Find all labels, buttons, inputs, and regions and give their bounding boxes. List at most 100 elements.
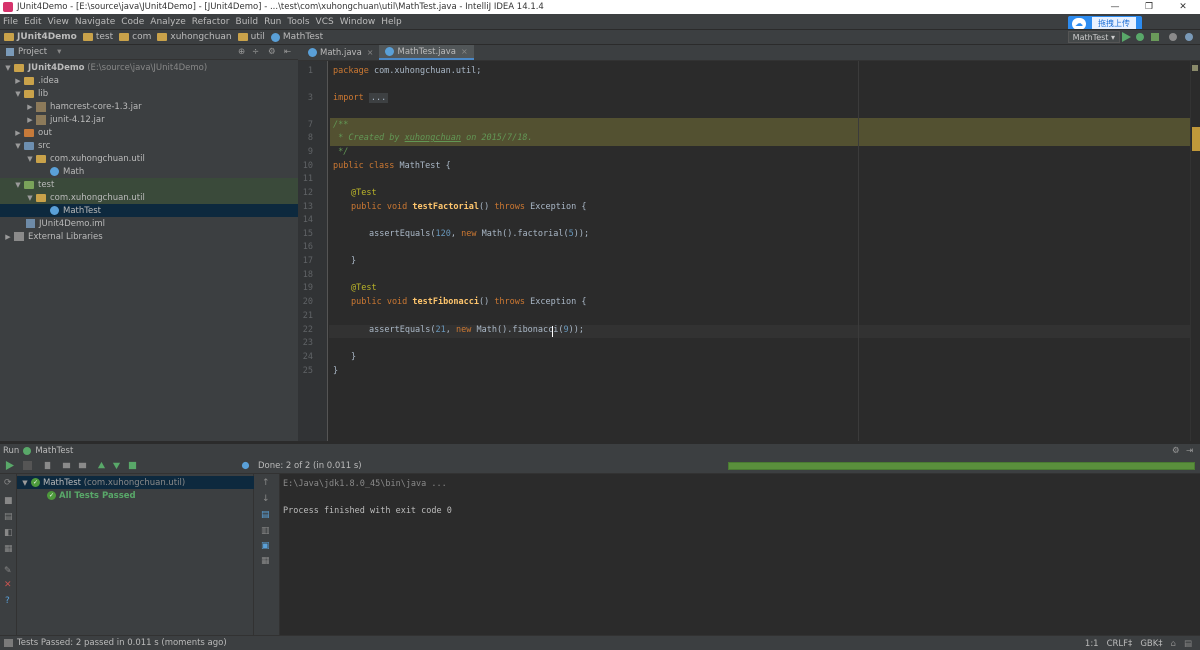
expand-arrow-icon[interactable]: ▼ (26, 155, 34, 163)
console-output[interactable]: E:\Java\jdk1.8.0_45\bin\java ... Process… (280, 474, 1200, 635)
close-button[interactable]: ✕ (1166, 0, 1200, 14)
export-results-icon[interactable] (128, 461, 137, 470)
settings-icon[interactable] (1168, 32, 1178, 42)
tree-item-test-package[interactable]: ▼ com.xuhongchuan.util (0, 191, 298, 204)
hide-panel-icon[interactable]: ⇥ (1186, 446, 1193, 456)
next-failed-icon[interactable] (112, 461, 121, 470)
expand-arrow-icon[interactable]: ▼ (14, 142, 22, 150)
tool-windows-icon[interactable] (4, 639, 13, 647)
tree-item-lib[interactable]: ▼ lib (0, 87, 298, 100)
arrow-down-icon[interactable]: ↓ (262, 494, 270, 504)
run-configuration-select[interactable]: MathTest ▾ (1067, 31, 1120, 43)
dump-threads-icon[interactable]: ▦ (4, 544, 13, 554)
close-tab-icon[interactable]: × (461, 47, 468, 56)
sync-icon[interactable]: ⊕ (238, 47, 245, 57)
rerun-icon[interactable] (5, 461, 14, 470)
menu-code[interactable]: Code (121, 17, 144, 27)
tab-math-java[interactable]: Math.java × (302, 45, 379, 60)
help-icon[interactable] (1184, 32, 1194, 42)
tab-mathtest-java[interactable]: MathTest.java × (379, 45, 474, 60)
close-tab-icon[interactable]: × (367, 48, 374, 57)
menu-run[interactable]: Run (264, 17, 281, 27)
collapse-all-icon[interactable] (78, 461, 87, 470)
expand-arrow-icon[interactable]: ▶ (4, 233, 12, 241)
tree-item-idea[interactable]: ▶ .idea (0, 74, 298, 87)
caret-position[interactable]: 1:1 (1085, 639, 1099, 649)
menu-refactor[interactable]: Refactor (192, 17, 230, 27)
tree-item-src[interactable]: ▼ src (0, 139, 298, 152)
expand-arrow-icon[interactable]: ▶ (26, 116, 34, 124)
arrow-up-icon[interactable]: ↑ (262, 478, 270, 488)
breadcrumb-project[interactable]: JUnit4Demo (4, 32, 77, 42)
coverage-icon[interactable] (1150, 32, 1160, 42)
expand-arrow-icon[interactable]: ▶ (14, 129, 22, 137)
menu-build[interactable]: Build (236, 17, 259, 27)
breadcrumb-xuhongchuan[interactable]: xuhongchuan (157, 32, 232, 42)
debug-icon[interactable]: ⟳ (4, 478, 12, 488)
previous-failed-icon[interactable] (97, 461, 106, 470)
event-log-icon[interactable]: ▤ (1184, 639, 1192, 649)
sort-alpha-icon[interactable] (43, 461, 52, 470)
scrollbar-warning-marker[interactable] (1192, 127, 1200, 151)
soft-wrap-icon[interactable]: ▤ (261, 510, 270, 520)
file-encoding[interactable]: GBK‡ (1140, 639, 1162, 649)
expand-arrow-icon[interactable]: ▼ (26, 194, 34, 202)
debug-icon[interactable] (1135, 32, 1145, 42)
breadcrumb-com[interactable]: com (119, 32, 151, 42)
expand-arrow-icon[interactable]: ▶ (14, 77, 22, 85)
menu-vcs[interactable]: VCS (316, 17, 334, 27)
editor-scrollbar[interactable] (1190, 61, 1200, 441)
restore-button[interactable]: ❐ (1132, 0, 1166, 14)
tree-item-mathtest[interactable]: MathTest (0, 204, 298, 217)
menu-tools[interactable]: Tools (287, 17, 309, 27)
expand-arrow-icon[interactable]: ▼ (4, 64, 12, 72)
lock-icon[interactable]: ⌂ (1171, 639, 1176, 649)
collapse-all-icon[interactable]: ÷ (252, 47, 259, 57)
hide-panel-icon[interactable]: ⇤ (284, 47, 291, 57)
restore-layout-icon[interactable]: ◧ (4, 528, 13, 538)
gear-icon[interactable]: ⚙ (268, 47, 276, 57)
menu-navigate[interactable]: Navigate (75, 17, 115, 27)
tree-item-math[interactable]: Math (0, 165, 298, 178)
print-icon[interactable]: ▣ (261, 541, 270, 551)
expand-arrow-icon[interactable]: ▶ (26, 103, 34, 111)
menu-analyze[interactable]: Analyze (150, 17, 185, 27)
gear-icon[interactable]: ⚙ (1172, 446, 1180, 456)
menu-window[interactable]: Window (340, 17, 376, 27)
tree-item-iml[interactable]: JUnit4Demo.iml (0, 217, 298, 230)
tree-item-src-package[interactable]: ▼ com.xuhongchuan.util (0, 152, 298, 165)
breadcrumb-test[interactable]: test (82, 32, 113, 42)
scrollbar-marker[interactable] (1192, 65, 1198, 71)
tree-item-junit-jar[interactable]: ▶ junit-4.12.jar (0, 113, 298, 126)
project-view-select[interactable]: Project (18, 47, 47, 57)
expand-arrow-icon[interactable]: ▼ (14, 181, 22, 189)
tree-item-external-libraries[interactable]: ▶ External Libraries (0, 230, 298, 243)
folded-imports[interactable]: ... (368, 93, 389, 103)
tree-item-out[interactable]: ▶ out (0, 126, 298, 139)
tree-item-project-root[interactable]: ▼ JUnit4Demo (E:\source\java\JUnit4Demo) (0, 61, 298, 74)
line-separator[interactable]: CRLF‡ (1107, 639, 1133, 649)
minimize-button[interactable]: — (1098, 0, 1132, 14)
layout-icon[interactable]: ▤ (4, 512, 13, 522)
menu-help[interactable]: Help (381, 17, 402, 27)
expand-arrow-icon[interactable]: ▼ (14, 90, 22, 98)
toggle-passed-icon[interactable] (23, 461, 32, 470)
test-settings-icon[interactable] (241, 461, 250, 470)
help-icon[interactable]: ? (5, 596, 10, 606)
test-tree-root[interactable]: ▼ ✓ MathTest (com.xuhongchuan.util) (17, 476, 254, 489)
run-panel-config[interactable]: MathTest (35, 446, 73, 456)
scroll-to-end-icon[interactable]: ▥ (261, 526, 270, 536)
menu-edit[interactable]: Edit (24, 17, 41, 27)
menu-view[interactable]: View (48, 17, 69, 27)
close-icon[interactable]: ✕ (4, 580, 12, 590)
dropdown-arrow-icon[interactable]: ▾ (57, 47, 61, 57)
test-tree-child[interactable]: ✓ All Tests Passed (17, 489, 254, 502)
menu-file[interactable]: File (3, 17, 18, 27)
breadcrumb-util[interactable]: util (237, 32, 265, 42)
stop-icon[interactable]: ■ (4, 496, 13, 506)
tree-item-test[interactable]: ▼ test (0, 178, 298, 191)
breadcrumb-mathtest[interactable]: MathTest (270, 32, 323, 42)
tree-item-hamcrest-jar[interactable]: ▶ hamcrest-core-1.3.jar (0, 100, 298, 113)
expand-arrow-icon[interactable]: ▼ (21, 479, 29, 487)
pin-icon[interactable]: ✎ (4, 566, 12, 576)
